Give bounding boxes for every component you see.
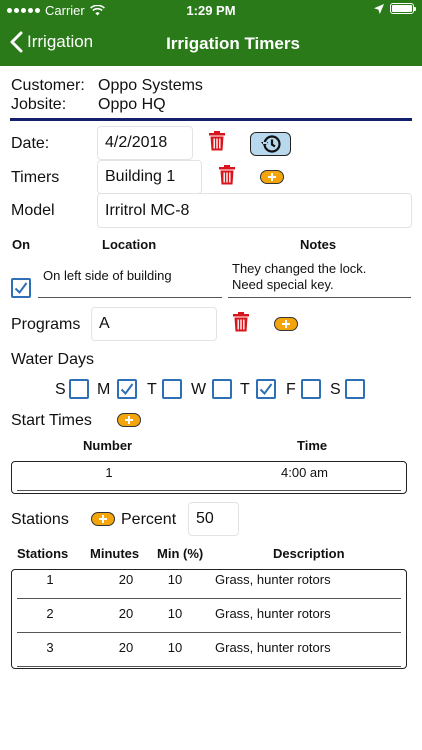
- start-time-header: Time: [297, 438, 328, 453]
- customer-label: Customer:: [11, 77, 85, 94]
- percent-value: 50: [196, 510, 214, 527]
- customer-value: Oppo Systems: [98, 77, 203, 94]
- stations-header: Stations: [17, 546, 69, 561]
- jobsite-value: Oppo HQ: [98, 96, 166, 113]
- station-description-cell[interactable]: Grass, hunter rotors: [215, 640, 331, 655]
- station-description-cell[interactable]: Grass, hunter rotors: [215, 606, 331, 621]
- water-day-checkbox[interactable]: [345, 379, 365, 399]
- start-row-time[interactable]: 4:00 am: [281, 465, 328, 480]
- date-label: Date:: [11, 135, 50, 152]
- notes-underline: [228, 297, 411, 298]
- battery-icon: [390, 3, 416, 14]
- water-day-letter: T: [147, 381, 157, 398]
- location-underline: [38, 297, 222, 298]
- programs-label: Programs: [11, 316, 81, 333]
- section-divider: [10, 118, 412, 121]
- start-number-header: Number: [83, 438, 133, 453]
- water-day-letter: S: [55, 381, 66, 398]
- water-day-checkbox[interactable]: [212, 379, 232, 399]
- water-day-letter: S: [330, 381, 341, 398]
- percent-field[interactable]: 50: [188, 502, 239, 536]
- water-day-checkbox[interactable]: [301, 379, 321, 399]
- stations-label: Stations: [11, 511, 69, 528]
- min-pct-header: Min (%): [157, 546, 204, 561]
- checkmark-icon: [14, 282, 28, 295]
- history-icon: [261, 135, 281, 153]
- add-program-button[interactable]: [274, 317, 298, 331]
- water-day-letter: M: [97, 381, 111, 398]
- location-value[interactable]: On left side of building: [43, 268, 172, 283]
- model-field[interactable]: Irritrol MC-8: [97, 193, 412, 228]
- checkmark-icon: [120, 383, 134, 396]
- date-value: 4/2/2018: [105, 134, 168, 151]
- minutes-header: Minutes: [90, 546, 140, 561]
- station-min-pct-cell[interactable]: 10: [155, 640, 195, 655]
- add-start-time-button[interactable]: [117, 413, 141, 427]
- station-minutes-cell[interactable]: 20: [106, 572, 146, 587]
- station-number-cell[interactable]: 1: [30, 572, 70, 587]
- station-min-pct-cell[interactable]: 10: [155, 606, 195, 621]
- stations-table: [11, 569, 407, 669]
- notes-header: Notes: [300, 237, 337, 252]
- history-button[interactable]: [250, 132, 291, 156]
- nav-bar: Irrigation Irrigation Timers: [0, 22, 422, 66]
- station-row-divider: [17, 632, 401, 633]
- timers-label: Timers: [11, 169, 60, 186]
- delete-timer-icon[interactable]: [219, 165, 235, 185]
- status-right: [374, 3, 416, 14]
- start-times-label: Start Times: [11, 412, 92, 429]
- start-row-number[interactable]: 1: [89, 465, 129, 480]
- timers-field[interactable]: Building 1: [97, 160, 202, 194]
- add-station-button[interactable]: [91, 512, 115, 526]
- percent-label: Percent: [121, 511, 177, 528]
- timers-value: Building 1: [105, 168, 176, 185]
- status-bar: Carrier 1:29 PM: [0, 0, 422, 22]
- station-minutes-cell[interactable]: 20: [106, 640, 146, 655]
- page-title-text: Irrigation Timers: [166, 34, 300, 53]
- station-description-cell[interactable]: Grass, hunter rotors: [215, 572, 331, 587]
- date-field[interactable]: 4/2/2018: [97, 126, 193, 160]
- station-min-pct-cell[interactable]: 10: [155, 572, 195, 587]
- on-header: On: [12, 237, 31, 252]
- on-checkbox[interactable]: [11, 278, 31, 298]
- checkmark-icon: [259, 383, 273, 396]
- programs-field[interactable]: A: [91, 307, 217, 341]
- station-row-divider: [17, 598, 401, 599]
- jobsite-label: Jobsite:: [11, 96, 67, 113]
- water-day-checkbox[interactable]: [256, 379, 276, 399]
- model-value: Irritrol MC-8: [105, 201, 190, 219]
- location-header: Location: [102, 237, 157, 252]
- add-timer-button[interactable]: [260, 170, 284, 184]
- notes-line-1[interactable]: They changed the lock.: [232, 261, 366, 276]
- station-row-divider: [17, 666, 401, 667]
- delete-date-icon[interactable]: [209, 131, 225, 151]
- station-minutes-cell[interactable]: 20: [106, 606, 146, 621]
- status-time: 1:29 PM: [186, 3, 236, 18]
- station-number-cell[interactable]: 2: [30, 606, 70, 621]
- water-day-letter: W: [191, 381, 207, 398]
- start-row-divider: [17, 490, 401, 491]
- station-number-cell[interactable]: 3: [30, 640, 70, 655]
- location-arrow-icon: [374, 3, 384, 14]
- water-day-checkbox[interactable]: [117, 379, 137, 399]
- water-day-checkbox[interactable]: [69, 379, 89, 399]
- description-header: Description: [273, 546, 345, 561]
- programs-value: A: [99, 315, 110, 332]
- model-label: Model: [11, 202, 55, 219]
- water-day-checkbox[interactable]: [162, 379, 182, 399]
- delete-program-icon[interactable]: [233, 312, 249, 332]
- notes-line-2[interactable]: Need special key.: [232, 277, 334, 292]
- water-days-label: Water Days: [11, 351, 94, 368]
- water-day-letter: F: [286, 381, 296, 398]
- water-day-letter: T: [240, 381, 250, 398]
- page-title: Irrigation Timers: [0, 34, 422, 54]
